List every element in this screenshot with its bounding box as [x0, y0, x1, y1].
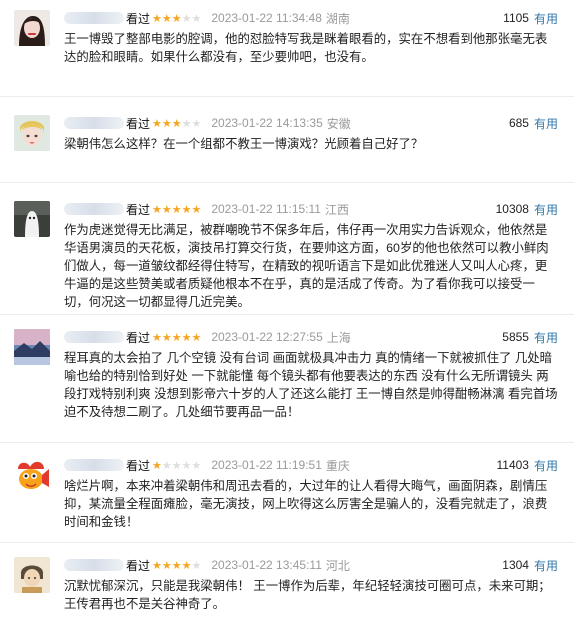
review-location: 河北: [325, 558, 350, 573]
review-item: 看过 ★★★★★ 2023-01-22 13:45:11 河北 1304 有用 …: [0, 547, 574, 625]
review-meta: 看过 ★★★★★ 2023-01-22 12:27:55 上海: [64, 328, 351, 346]
review-item: 看过 ★★★★★ 2023-01-22 12:27:55 上海 5855 有用 …: [0, 319, 574, 443]
avatar[interactable]: [14, 457, 50, 493]
review-text: 程耳真的太会拍了 几个空镜 没有台词 画面就极具冲击力 真的情绪一下就被抓住了 …: [64, 351, 558, 419]
user-portrait-icon: [14, 115, 50, 151]
useful-button[interactable]: 有用: [534, 329, 558, 346]
review-time: 2023-01-22 14:13:35: [211, 116, 323, 130]
star-icon: ★★★: [152, 12, 182, 25]
star-icon: ★★★★★: [152, 331, 202, 344]
vote-area: 1304 有用: [502, 556, 558, 574]
useful-button[interactable]: 有用: [534, 457, 558, 474]
vote-area: 685 有用: [509, 114, 558, 132]
star-rating: ★★★★★: [152, 12, 201, 25]
star-rating: ★★★★★: [152, 459, 201, 472]
avatar[interactable]: [14, 557, 50, 593]
review-time: 2023-01-22 13:45:11: [211, 558, 322, 572]
review-location: 重庆: [325, 458, 350, 473]
vote-count: 1304: [502, 558, 529, 572]
review-time: 2023-01-22 12:27:55: [211, 330, 323, 344]
vote-area: 11403 有用: [497, 456, 559, 474]
star-icon: ★★★★: [152, 559, 192, 572]
useful-button[interactable]: 有用: [534, 115, 558, 132]
star-rating: ★★★★★: [152, 117, 201, 130]
vote-area: 1105 有用: [503, 9, 558, 27]
star-icon: ★★★: [152, 117, 182, 130]
user-illustration-icon: [14, 557, 50, 593]
useful-button[interactable]: 有用: [534, 557, 558, 574]
star-empty-icon: ★★★★: [161, 459, 202, 472]
user-goldfish-icon: [14, 457, 50, 493]
vote-area: 10308 有用: [496, 200, 558, 218]
star-rating: ★★★★★: [152, 331, 201, 344]
username-blurred[interactable]: [64, 203, 124, 215]
avatar[interactable]: [14, 10, 50, 46]
review-list: 看过 ★★★★★ 2023-01-22 11:34:48 湖南 1105 有用 …: [0, 0, 574, 611]
watch-status: 看过: [126, 116, 151, 131]
vote-count: 5855: [502, 330, 529, 344]
star-empty-icon: ★★: [181, 117, 202, 130]
watch-status: 看过: [126, 202, 151, 217]
username-blurred[interactable]: [64, 117, 124, 129]
review-text: 王一博毁了整部电影的腔调，他的怼脸特写我是眯着眼看的，实在不想看到他那张毫无表达…: [64, 32, 548, 64]
watch-status: 看过: [126, 11, 151, 26]
review-item: 看过 ★★★★★ 2023-01-22 11:19:51 重庆 11403 有用…: [0, 447, 574, 543]
review-meta: 看过 ★★★★★ 2023-01-22 13:45:11 河北: [64, 556, 350, 574]
review-item: 看过 ★★★★★ 2023-01-22 11:15:11 江西 10308 有用…: [0, 191, 574, 315]
star-rating: ★★★★★: [152, 203, 201, 216]
review-location: 江西: [324, 202, 349, 217]
user-portrait-icon: [14, 10, 50, 46]
user-landscape-icon: [14, 329, 50, 365]
review-meta: 看过 ★★★★★ 2023-01-22 11:34:48 湖南: [64, 9, 350, 27]
star-rating: ★★★★★: [152, 559, 201, 572]
username-blurred[interactable]: [64, 459, 124, 471]
review-item: 看过 ★★★★★ 2023-01-22 11:34:48 湖南 1105 有用 …: [0, 0, 574, 97]
watch-status: 看过: [126, 558, 151, 573]
user-ghost-icon: [14, 201, 50, 237]
star-empty-icon: ★: [191, 559, 202, 572]
useful-button[interactable]: 有用: [534, 10, 558, 27]
review-meta: 看过 ★★★★★ 2023-01-22 14:13:35 安徽: [64, 114, 351, 132]
review-item: 看过 ★★★★★ 2023-01-22 14:13:35 安徽 685 有用 梁…: [0, 105, 574, 183]
review-location: 上海: [326, 330, 351, 345]
star-icon: ★★★★★: [152, 203, 202, 216]
review-time: 2023-01-22 11:15:11: [211, 202, 321, 216]
review-time: 2023-01-22 11:34:48: [211, 11, 322, 25]
watch-status: 看过: [126, 458, 151, 473]
username-blurred[interactable]: [64, 559, 124, 571]
review-location: 湖南: [325, 11, 350, 26]
review-text: 沉默忧郁深沉，只能是我梁朝伟！ 王一博作为后辈，年纪轻轻演技可圈可点，未来可期；…: [64, 579, 551, 611]
vote-count: 10308: [495, 202, 529, 216]
review-time: 2023-01-22 11:19:51: [211, 458, 322, 472]
vote-area: 5855 有用: [502, 328, 558, 346]
review-meta: 看过 ★★★★★ 2023-01-22 11:15:11 江西: [64, 200, 349, 218]
star-icon: ★: [152, 459, 162, 472]
username-blurred[interactable]: [64, 12, 124, 24]
avatar[interactable]: [14, 201, 50, 237]
star-empty-icon: ★★: [181, 12, 202, 25]
review-text: 梁朝伟怎么这样？在一个组都不教王一博演戏？光顾着自己好了？: [64, 137, 424, 151]
vote-count: 1105: [503, 11, 529, 25]
useful-button[interactable]: 有用: [534, 201, 558, 218]
review-text: 作为虎迷觉得无比满足，被群嘲晚节不保多年后，伟仔再一次用实力告诉观众，他依然是华…: [64, 223, 549, 309]
avatar[interactable]: [14, 115, 50, 151]
review-text: 啥烂片啊，本来冲着梁朝伟和周迅去看的，大过年的让人看得大晦气，画面阴森，剧情压抑…: [64, 479, 548, 529]
watch-status: 看过: [126, 330, 151, 345]
vote-count: 685: [508, 116, 529, 130]
username-blurred[interactable]: [64, 331, 124, 343]
avatar[interactable]: [14, 329, 50, 365]
review-location: 安徽: [326, 116, 351, 131]
review-meta: 看过 ★★★★★ 2023-01-22 11:19:51 重庆: [64, 456, 350, 474]
vote-count: 11403: [496, 458, 529, 472]
